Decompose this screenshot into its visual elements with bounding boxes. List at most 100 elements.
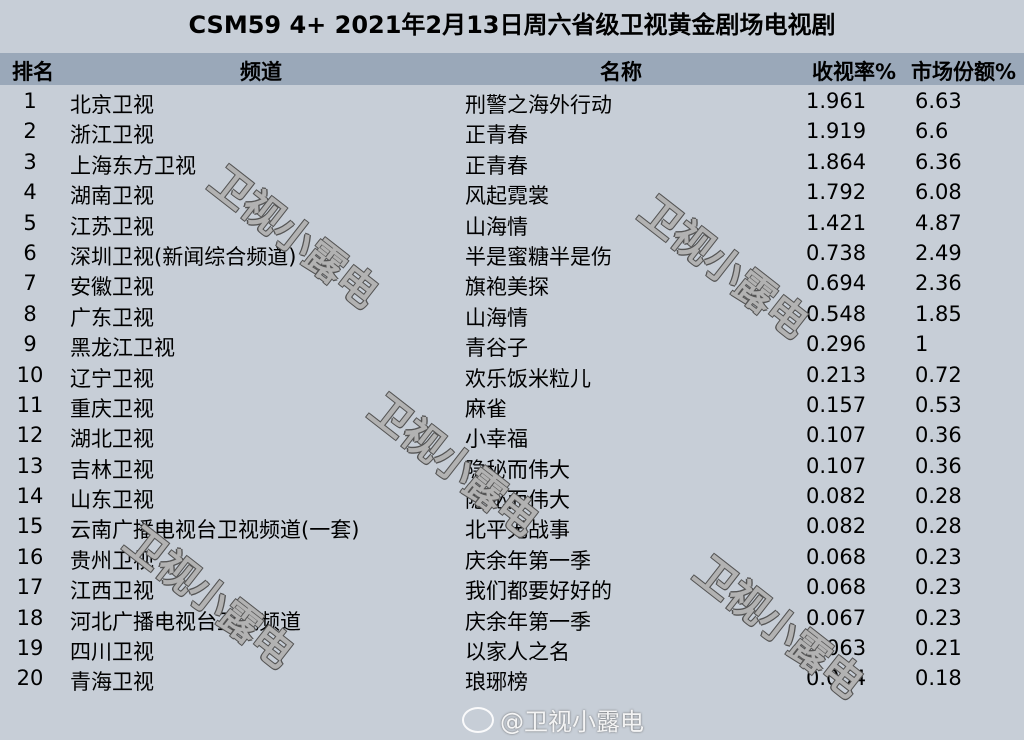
cell-show: 北平无战事 (465, 518, 570, 543)
cell-show: 小幸福 (465, 427, 528, 452)
cell-share: 0.23 (915, 575, 962, 600)
table-row: 1 北京卫视 刑警之海外行动 1.961 6.63 (0, 87, 1024, 117)
cell-rating: 1.961 (806, 89, 867, 113)
cell-share: 0.36 (915, 423, 962, 448)
cell-rating: 0.548 (806, 301, 867, 326)
cell-rating: 0.694 (806, 271, 867, 296)
cell-share: 6.6 (915, 119, 949, 144)
cell-rank: 8 (23, 301, 37, 326)
cell-channel: 四川卫视 (70, 640, 154, 665)
cell-rank: 3 (23, 149, 37, 174)
header-share: 市场份额% (911, 60, 1017, 84)
cell-share: 0.53 (915, 392, 962, 417)
cell-show: 隐秘而伟大 (465, 457, 570, 482)
cell-show: 刑警之海外行动 (465, 93, 612, 117)
table-row: 17 江西卫视 我们都要好好的 0.068 0.23 (0, 573, 1024, 603)
table-row: 2 浙江卫视 正青春 1.919 6.6 (0, 117, 1024, 147)
cell-rating: 0.107 (806, 453, 867, 478)
cell-rank: 5 (23, 210, 37, 235)
cell-rank: 10 (16, 362, 44, 387)
cell-channel: 上海东方卫视 (70, 153, 196, 178)
cell-share: 0.21 (915, 636, 962, 661)
cell-rank: 7 (23, 271, 37, 296)
cell-rank: 13 (16, 453, 44, 478)
cell-rank: 14 (16, 484, 44, 509)
cell-rank: 1 (23, 89, 37, 113)
cell-show: 庆余年第一季 (465, 548, 591, 573)
table-row: 12 湖北卫视 小幸福 0.107 0.36 (0, 421, 1024, 451)
cell-rating: 0.107 (806, 423, 867, 448)
cell-channel: 辽宁卫视 (70, 366, 154, 391)
table-row: 14 山东卫视 隐秘而伟大 0.082 0.28 (0, 482, 1024, 512)
cell-channel: 吉林卫视 (70, 457, 154, 482)
cell-rank: 4 (23, 180, 37, 205)
cell-rank: 9 (23, 332, 37, 357)
cell-show: 风起霓裳 (465, 184, 549, 209)
cell-rating: 0.157 (806, 392, 867, 417)
cell-rating: 1.919 (806, 119, 867, 144)
cell-share: 0.36 (915, 453, 962, 478)
cell-rank: 15 (16, 514, 44, 539)
table-row: 8 广东卫视 山海情 0.548 1.85 (0, 300, 1024, 330)
cell-show: 正青春 (465, 153, 528, 178)
table-row: 5 江苏卫视 山海情 1.421 4.87 (0, 209, 1024, 239)
table-row: 19 四川卫视 以家人之名 0.063 0.21 (0, 634, 1024, 664)
footer-watermark-text: @卫视小露电 (500, 708, 644, 736)
cell-show: 我们都要好好的 (465, 579, 612, 604)
cell-share: 0.18 (915, 666, 962, 691)
cell-share: 2.49 (915, 240, 962, 265)
cell-rating: 0.067 (806, 605, 867, 630)
cell-rating: 0.068 (806, 575, 867, 600)
cell-channel: 浙江卫视 (70, 123, 154, 148)
cell-show: 以家人之名 (465, 640, 570, 665)
cell-show: 旗袍美探 (465, 275, 549, 300)
cell-share: 6.08 (915, 180, 962, 205)
cell-show: 半是蜜糖半是伤 (465, 244, 612, 269)
cell-share: 0.72 (915, 362, 962, 387)
cell-rating: 0.213 (806, 362, 867, 387)
header-rating: 收视率% (812, 60, 897, 84)
table-row: 20 青海卫视 琅琊榜 0.054 0.18 (0, 664, 1024, 694)
cell-share: 1 (915, 332, 929, 357)
cell-show: 正青春 (465, 123, 528, 148)
cell-rating: 1.792 (806, 180, 867, 205)
cell-channel: 河北广播电视台卫视频道 (70, 609, 301, 634)
table-row: 13 吉林卫视 隐秘而伟大 0.107 0.36 (0, 452, 1024, 482)
cell-show: 山海情 (465, 305, 528, 330)
table-row: 15 云南广播电视台卫视频道(一套) 北平无战事 0.082 0.28 (0, 512, 1024, 542)
cell-channel: 深圳卫视(新闻综合频道) (70, 244, 297, 269)
table-row: 7 安徽卫视 旗袍美探 0.694 2.36 (0, 269, 1024, 299)
cell-channel: 湖南卫视 (70, 184, 154, 209)
cell-rank: 2 (23, 119, 37, 144)
cell-share: 6.63 (915, 89, 962, 113)
table-row: 11 重庆卫视 麻雀 0.157 0.53 (0, 391, 1024, 421)
cell-channel: 重庆卫视 (70, 396, 154, 421)
cell-show: 庆余年第一季 (465, 609, 591, 634)
table-row: 10 辽宁卫视 欢乐饭米粒儿 0.213 0.72 (0, 361, 1024, 391)
cell-channel: 黑龙江卫视 (70, 336, 175, 361)
cell-show: 琅琊榜 (465, 670, 528, 695)
cell-channel: 山东卫视 (70, 488, 154, 513)
cell-show: 隐秘而伟大 (465, 488, 570, 513)
cell-share: 0.28 (915, 484, 962, 509)
cell-rank: 18 (16, 605, 44, 630)
cell-channel: 广东卫视 (70, 305, 154, 330)
footer-watermark: @卫视小露电 (462, 702, 644, 737)
cell-channel: 湖北卫视 (70, 427, 154, 452)
cell-rank: 20 (16, 666, 44, 691)
cell-show: 山海情 (465, 214, 528, 239)
table-header: 排名 频道 名称 收视率% 市场份额% (0, 53, 1024, 85)
cell-rating: 0.082 (806, 514, 867, 539)
table-row: 6 深圳卫视(新闻综合频道) 半是蜜糖半是伤 0.738 2.49 (0, 239, 1024, 269)
cell-channel: 贵州卫视 (70, 548, 154, 573)
weibo-icon (462, 706, 494, 733)
cell-rating: 0.054 (806, 666, 867, 691)
cell-share: 6.36 (915, 149, 962, 174)
cell-rank: 19 (16, 636, 44, 661)
cell-channel: 青海卫视 (70, 670, 154, 695)
cell-rating: 0.063 (806, 636, 867, 661)
cell-rating: 0.296 (806, 332, 867, 357)
cell-rank: 6 (23, 240, 37, 265)
cell-rating: 1.864 (806, 149, 867, 174)
cell-rating: 0.738 (806, 240, 867, 265)
